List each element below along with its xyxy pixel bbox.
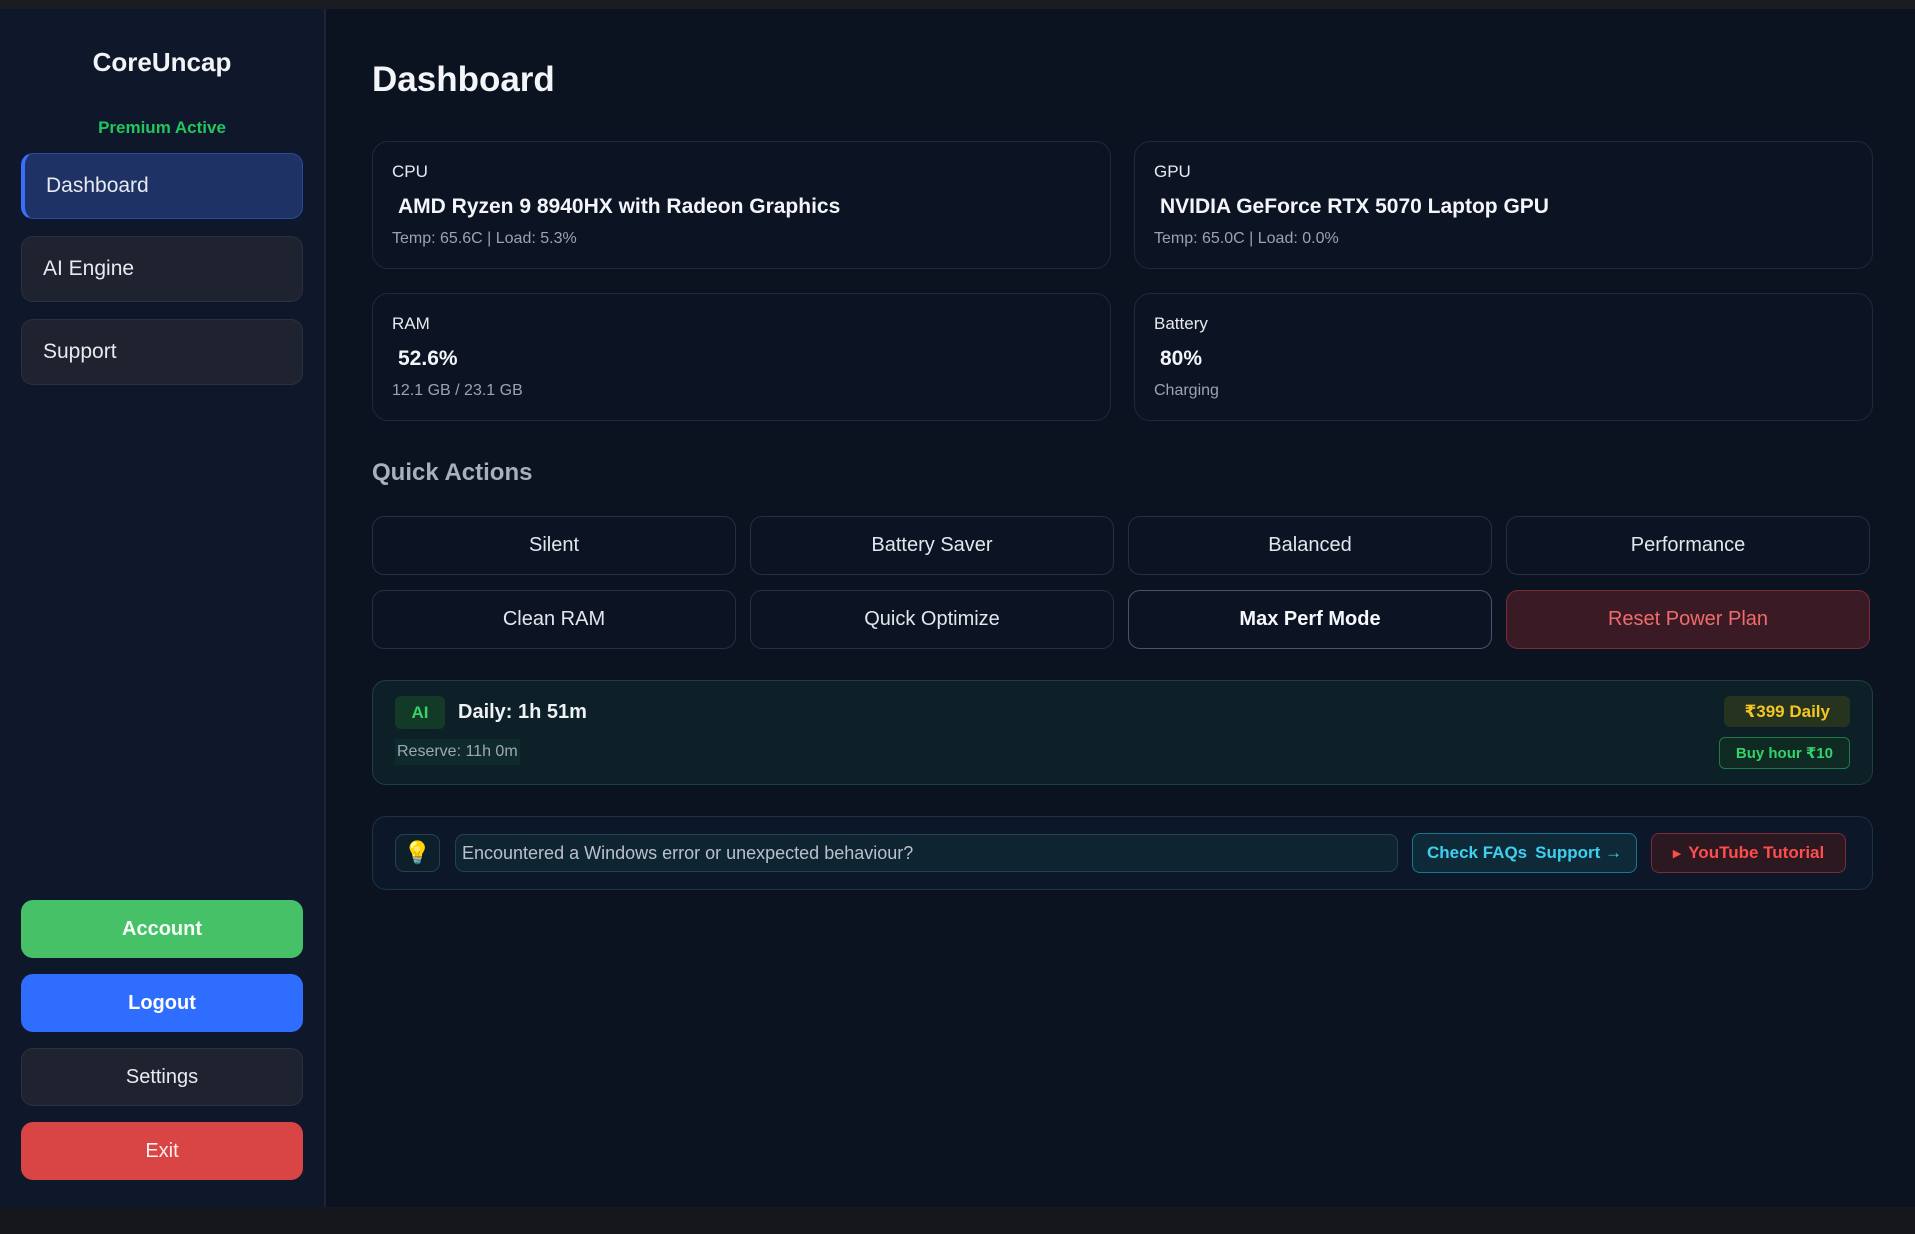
main-content: Dashboard CPU AMD Ryzen 9 8940HX with Ra… [326, 9, 1915, 1207]
ram-label: RAM [392, 314, 430, 333]
ai-reserve-time: Reserve: 11h 0m [395, 739, 520, 765]
settings-button[interactable]: Settings [21, 1048, 303, 1106]
silent-button[interactable]: Silent [372, 516, 736, 575]
sidebar-item-support[interactable]: Support [21, 319, 303, 385]
sidebar-item-ai-engine[interactable]: AI Engine [21, 236, 303, 302]
battery-card: Battery 80% Charging [1134, 293, 1873, 421]
sidebar-nav: Dashboard AI Engine Support [21, 153, 303, 385]
quick-optimize-button[interactable]: Quick Optimize [750, 590, 1114, 649]
battery-label: Battery [1154, 314, 1208, 333]
gpu-card: GPU NVIDIA GeForce RTX 5070 Laptop GPU T… [1134, 141, 1873, 269]
daily-price-badge: ₹399 Daily [1724, 696, 1850, 727]
brand-title: CoreUncap [92, 47, 232, 77]
quick-actions-grid: Silent Battery Saver Balanced Performanc… [372, 516, 1873, 649]
logout-button[interactable]: Logout [21, 974, 303, 1032]
account-button[interactable]: Account [21, 900, 303, 958]
cpu-stats: Temp: 65.6C | Load: 5.3% [392, 230, 577, 247]
bottom-strip [0, 1207, 1915, 1234]
balanced-button[interactable]: Balanced [1128, 516, 1492, 575]
quick-actions-title: Quick Actions [372, 459, 533, 486]
battery-status: Charging [1154, 382, 1219, 399]
cpu-label: CPU [392, 162, 428, 181]
support-label: Support → [1535, 843, 1623, 862]
gpu-name: NVIDIA GeForce RTX 5070 Laptop GPU [1160, 195, 1549, 218]
help-panel: 💡 Encountered a Windows error or unexpec… [372, 816, 1873, 890]
ai-badge: AI [395, 696, 445, 729]
buy-hour-button[interactable]: Buy hour ₹10 [1718, 737, 1850, 769]
gpu-stats: Temp: 65.0C | Load: 0.0% [1154, 230, 1339, 247]
app-window: CoreUncap Premium Active Dashboard AI En… [0, 9, 1915, 1207]
ai-daily-time: Daily: 1h 51m [458, 701, 587, 723]
sidebar-item-label: Support [43, 340, 117, 363]
check-faqs-support-button[interactable]: Check FAQs Support → [1412, 833, 1637, 873]
battery-saver-button[interactable]: Battery Saver [750, 516, 1114, 575]
faq-label: Check FAQs [1426, 843, 1528, 862]
cpu-name: AMD Ryzen 9 8940HX with Radeon Graphics [398, 195, 841, 218]
page-title: Dashboard [372, 60, 555, 99]
ai-usage-panel: AI Daily: 1h 51m Reserve: 11h 0m ₹399 Da… [372, 680, 1873, 785]
sidebar-item-dashboard[interactable]: Dashboard [21, 153, 303, 219]
premium-status: Premium Active [98, 118, 226, 137]
youtube-label: YouTube Tutorial [1688, 843, 1825, 862]
lightbulb-icon: 💡 [395, 834, 440, 872]
ram-card: RAM 52.6% 12.1 GB / 23.1 GB [372, 293, 1111, 421]
sidebar-bottom-actions: Account Logout Settings Exit [21, 900, 303, 1180]
stats-cards: CPU AMD Ryzen 9 8940HX with Radeon Graph… [372, 141, 1873, 421]
performance-button[interactable]: Performance [1506, 516, 1870, 575]
ram-detail: 12.1 GB / 23.1 GB [392, 382, 523, 399]
cpu-card: CPU AMD Ryzen 9 8940HX with Radeon Graph… [372, 141, 1111, 269]
youtube-tutorial-button[interactable]: ▶ YouTube Tutorial [1651, 833, 1846, 873]
ram-usage: 52.6% [398, 347, 458, 370]
reset-power-plan-button[interactable]: Reset Power Plan [1506, 590, 1870, 649]
sidebar-item-label: Dashboard [46, 174, 149, 197]
play-icon: ▶ [1672, 847, 1682, 860]
help-message-field: Encountered a Windows error or unexpecte… [455, 834, 1398, 872]
gpu-label: GPU [1154, 162, 1191, 181]
sidebar: CoreUncap Premium Active Dashboard AI En… [0, 9, 326, 1207]
exit-button[interactable]: Exit [21, 1122, 303, 1180]
sidebar-item-label: AI Engine [43, 257, 135, 280]
battery-level: 80% [1160, 347, 1203, 370]
max-perf-mode-button[interactable]: Max Perf Mode [1128, 590, 1492, 649]
clean-ram-button[interactable]: Clean RAM [372, 590, 736, 649]
